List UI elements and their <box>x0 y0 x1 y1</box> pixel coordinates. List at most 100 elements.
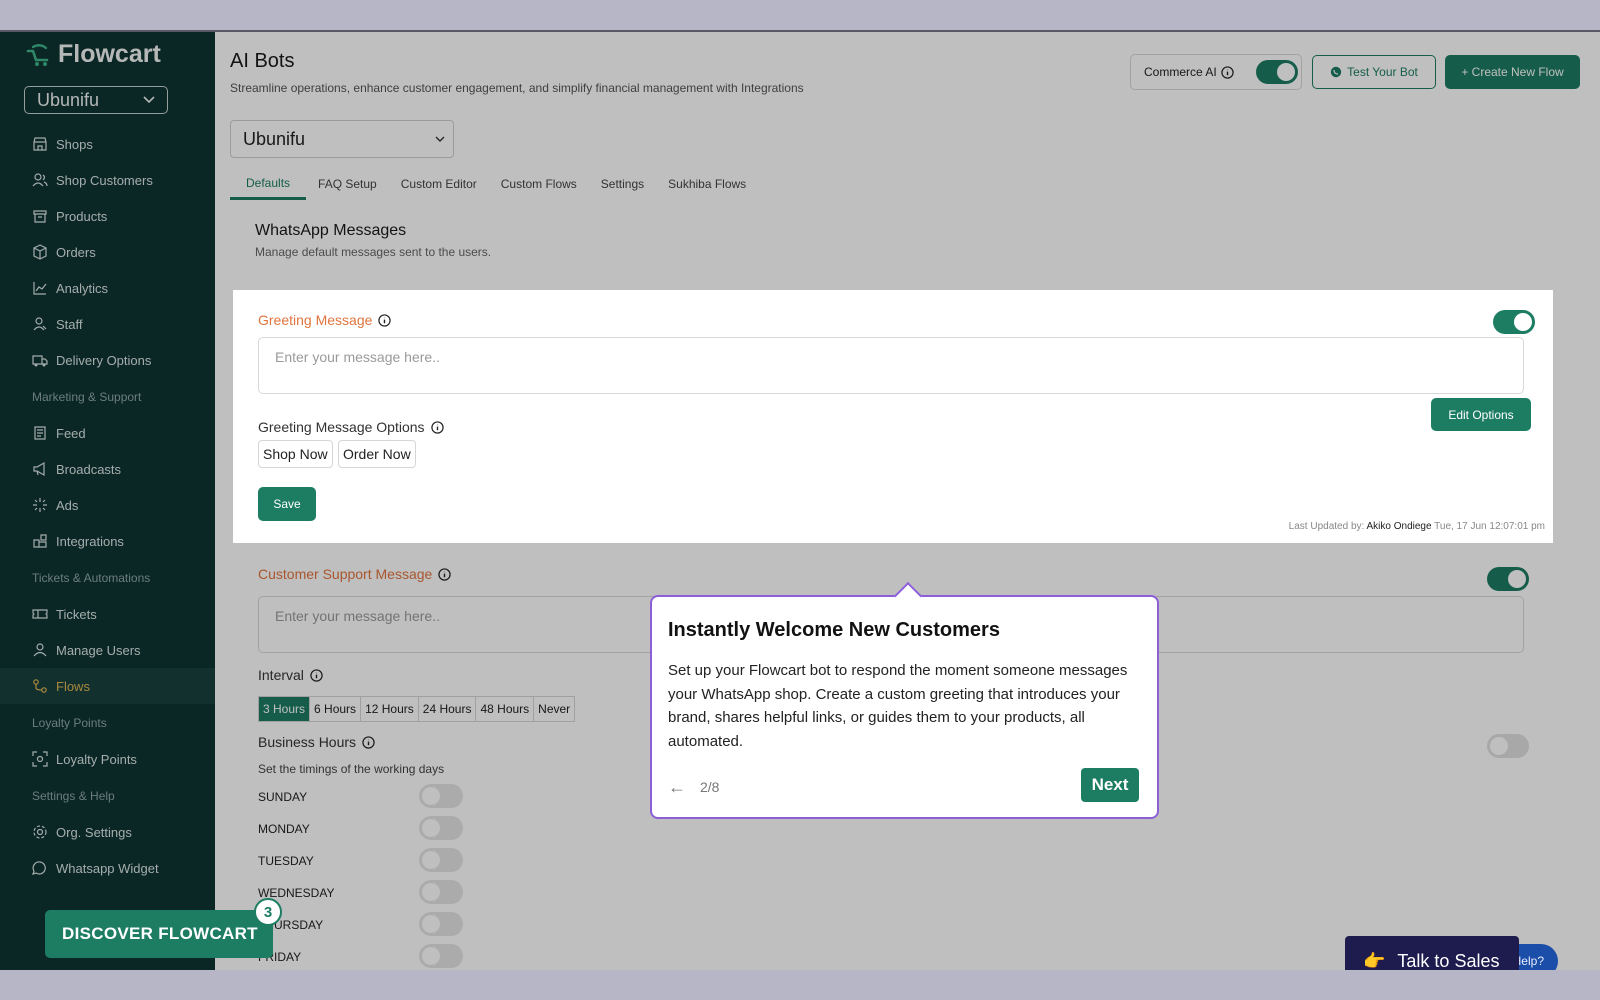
edit-options-button[interactable]: Edit Options <box>1431 398 1531 431</box>
tab-settings[interactable]: Settings <box>589 168 656 200</box>
info-icon[interactable] <box>1221 65 1234 79</box>
interval-option[interactable]: 12 Hours <box>361 697 419 721</box>
sidebar-item-org-settings[interactable]: Org. Settings <box>0 814 215 850</box>
support-label: Customer Support Message <box>258 566 451 582</box>
last-updated: Last Updated by: Akiko Ondiege Tue, 17 J… <box>1289 521 1545 532</box>
tour-progress: 2/8 <box>700 779 720 795</box>
chat-icon <box>32 861 46 875</box>
sidebar-item-staff[interactable]: Staff <box>0 306 215 342</box>
discover-flowcart-button[interactable]: DISCOVER FLOWCART <box>45 910 273 958</box>
greeting-option-chip[interactable]: Order Now <box>338 440 416 468</box>
next-button[interactable]: Next <box>1081 768 1139 802</box>
support-toggle[interactable] <box>1487 567 1529 591</box>
chevron-down-icon <box>143 96 155 104</box>
tab-defaults[interactable]: Defaults <box>230 168 307 200</box>
package-icon <box>33 244 47 260</box>
interval-option[interactable]: 3 Hours <box>259 697 311 721</box>
tab-custom-editor[interactable]: Custom Editor <box>389 168 489 200</box>
greeting-options-label: Greeting Message Options <box>258 419 444 435</box>
sidebar-item-ads[interactable]: Ads <box>0 487 215 523</box>
sidebar-item-label: Whatsapp Widget <box>56 860 159 876</box>
discover-count-badge: 3 <box>254 898 282 926</box>
day-toggle[interactable] <box>419 944 463 968</box>
info-icon[interactable] <box>430 420 444 434</box>
sidebar-item-tickets[interactable]: Tickets <box>0 596 215 632</box>
commerce-ai-toggle[interactable] <box>1255 60 1298 84</box>
sidebar-item-label: Manage Users <box>56 642 141 658</box>
interval-option[interactable]: 24 Hours <box>419 697 477 721</box>
sidebar-item-integrations[interactable]: Integrations <box>0 523 215 559</box>
gear-icon <box>33 825 47 839</box>
sidebar-item-label: Products <box>56 208 108 224</box>
greeting-input[interactable]: Enter your message here.. <box>258 337 1524 394</box>
sidebar-item-whatsapp-widget[interactable]: Whatsapp Widget <box>0 850 215 886</box>
sidebar-item-broadcasts[interactable]: Broadcasts <box>0 451 215 487</box>
test-bot-button[interactable]: Test Your Bot <box>1312 55 1436 89</box>
sidebar-item-manage-users[interactable]: Manage Users <box>0 632 215 668</box>
info-icon[interactable] <box>438 567 451 581</box>
create-flow-button[interactable]: + Create New Flow <box>1445 55 1580 89</box>
sidebar-item-label: Delivery Options <box>56 352 152 368</box>
sidebar-item-analytics[interactable]: Analytics <box>0 270 215 306</box>
sidebar-item-label: Orders <box>56 244 96 260</box>
info-icon[interactable] <box>310 668 323 682</box>
tab-faq-setup[interactable]: FAQ Setup <box>306 168 389 200</box>
talk-to-sales-label: Talk to Sales <box>1397 950 1500 971</box>
day-toggle[interactable] <box>419 784 463 808</box>
brand-logo[interactable]: Flowcart <box>24 40 161 69</box>
business-hours-note: Set the timings of the working days <box>258 762 445 776</box>
whatsapp-icon <box>1330 66 1342 78</box>
sparkle-icon <box>33 498 47 512</box>
org-select[interactable]: Ubunifu <box>24 86 168 114</box>
tab-sukhiba-flows[interactable]: Sukhiba Flows <box>656 168 758 200</box>
sidebar: Flowcart Ubunifu Shops Shop Customers Pr… <box>0 32 215 970</box>
sidebar-section-loyalty: Loyalty Points <box>32 715 107 730</box>
sidebar-item-shops[interactable]: Shops <box>0 126 215 162</box>
sidebar-item-shop-customers[interactable]: Shop Customers <box>0 162 215 198</box>
greeting-toggle[interactable] <box>1493 310 1535 334</box>
shop-select[interactable]: Ubunifu <box>230 120 454 158</box>
sidebar-item-loyalty-points[interactable]: Loyalty Points <box>0 741 215 777</box>
org-select-value: Ubunifu <box>37 89 100 110</box>
business-hours-toggle[interactable] <box>1487 734 1529 758</box>
scan-icon <box>32 751 48 767</box>
sidebar-item-delivery-options[interactable]: Delivery Options <box>0 342 215 378</box>
sidebar-section-tickets: Tickets & Automations <box>32 570 151 585</box>
megaphone-icon <box>33 461 45 477</box>
sidebar-item-flows[interactable]: Flows <box>0 668 215 704</box>
commerce-ai-label: Commerce AI <box>1144 65 1217 79</box>
sidebar-item-products[interactable]: Products <box>0 198 215 234</box>
support-label-text: Customer Support Message <box>258 566 433 582</box>
interval-option[interactable]: 48 Hours <box>476 697 535 721</box>
user-icon <box>33 643 47 657</box>
sidebar-item-label: Shop Customers <box>56 172 153 188</box>
day-toggle[interactable] <box>419 848 463 872</box>
sidebar-section-marketing: Marketing & Support <box>32 389 142 404</box>
sidebar-nav: Shops Shop Customers Products Orders Ana… <box>0 126 215 886</box>
info-icon[interactable] <box>362 735 375 749</box>
save-button[interactable]: Save <box>258 487 316 521</box>
tab-custom-flows[interactable]: Custom Flows <box>489 168 589 200</box>
interval-option[interactable]: 6 Hours <box>310 697 362 721</box>
sidebar-item-feed[interactable]: Feed <box>0 415 215 451</box>
sidebar-item-label: Staff <box>56 316 83 332</box>
greeting-card: Greeting Message Enter your message here… <box>233 290 1553 543</box>
info-icon[interactable] <box>378 313 392 327</box>
greeting-option-chip[interactable]: Shop Now <box>258 440 333 468</box>
interval-option[interactable]: Never <box>534 697 574 721</box>
day-toggle[interactable] <box>419 816 463 840</box>
page-subtitle: Streamline operations, enhance customer … <box>230 81 804 95</box>
app-window: Flowcart Ubunifu Shops Shop Customers Pr… <box>0 30 1600 970</box>
talk-to-sales-button[interactable]: 👉 Talk to Sales <box>1345 936 1519 970</box>
sidebar-item-orders[interactable]: Orders <box>0 234 215 270</box>
interval-label: Interval <box>258 667 323 683</box>
back-arrow-icon[interactable]: ← <box>668 777 686 798</box>
day-label: MONDAY <box>258 822 310 836</box>
sidebar-item-label: Integrations <box>56 533 124 549</box>
day-toggle[interactable] <box>419 912 463 936</box>
greeting-label: Greeting Message <box>258 312 392 328</box>
sidebar-item-label: Flows <box>56 678 90 694</box>
sidebar-item-label: Analytics <box>56 280 109 296</box>
day-toggle[interactable] <box>419 880 463 904</box>
sidebar-item-label: Shops <box>56 136 93 152</box>
